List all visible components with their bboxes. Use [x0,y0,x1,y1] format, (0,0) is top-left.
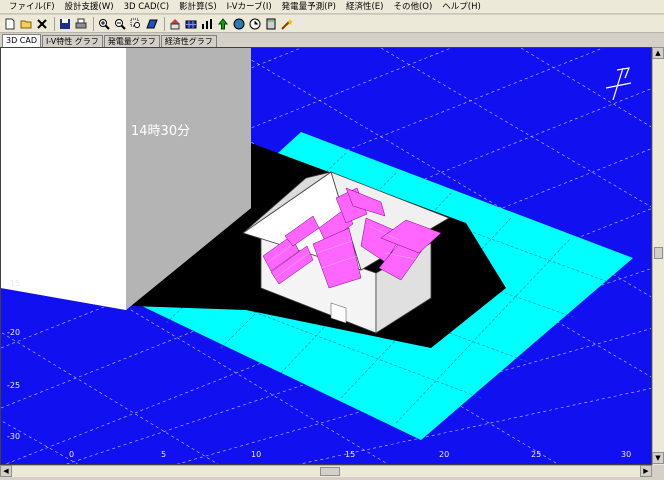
tall-building-lit-face [1,48,126,310]
bar-chart-icon[interactable] [200,17,214,31]
zoom-window-icon[interactable] [129,17,143,31]
toolbar [0,15,664,33]
y-tick-label: -25 [7,381,21,390]
globe-icon[interactable] [232,17,246,31]
menu-design-support[interactable]: 設計支援(W) [60,0,119,14]
menu-file[interactable]: ファイル(F) [4,0,60,14]
x-tick-label: 20 [439,450,450,459]
zoom-in-icon[interactable] [97,17,111,31]
menu-help[interactable]: ヘルプ(H) [437,0,486,14]
toolbar-separator [54,16,55,31]
x-tick-label: 5 [161,450,167,459]
cad-3d-viewport[interactable]: 14時30分 -15 -20 -25 -30 0 5 10 15 20 25 3… [0,47,652,465]
x-tick-label: 0 [69,450,75,459]
menu-economics[interactable]: 経済性(E) [341,0,389,14]
zoom-out-icon[interactable] [113,17,127,31]
vertical-scroll-thumb[interactable] [654,247,663,259]
horizontal-scrollbar[interactable]: ◀ ▶ [0,465,652,477]
save-icon[interactable] [58,17,72,31]
scroll-up-icon[interactable]: ▲ [652,47,664,59]
print-icon[interactable] [74,17,88,31]
tab-3d-cad[interactable]: 3D CAD [2,34,42,47]
x-tick-label: 15 [345,450,356,459]
clock-icon[interactable] [248,17,262,31]
calculator-icon[interactable] [264,17,278,31]
close-icon[interactable] [35,17,49,31]
module-icon[interactable] [184,17,198,31]
menu-bar: ファイル(F) 設計支援(W) 3D CAD(C) 影計算(S) I-Vカーブ(… [0,0,664,14]
view-tabs: 3D CAD I-V特性 グラフ 発電量グラフ 経済性グラフ [0,33,664,47]
tab-economics-graph[interactable]: 経済性グラフ [160,35,217,47]
house-icon[interactable] [168,17,182,31]
new-file-icon[interactable] [3,17,17,31]
open-folder-icon[interactable] [19,17,33,31]
menu-power-forecast[interactable]: 発電量予測(P) [277,0,341,14]
horizontal-scroll-thumb[interactable] [320,467,340,476]
x-tick-label: 25 [531,450,542,459]
x-tick-label: 30 [621,450,632,459]
y-tick-label: -15 [7,279,21,288]
vertical-scrollbar[interactable]: ▲ ▼ [652,47,664,465]
y-tick-label: -30 [7,432,21,441]
menu-shadow-calc[interactable]: 影計算(S) [174,0,222,14]
toolbar-separator [93,16,94,31]
tab-power-graph[interactable]: 発電量グラフ [103,35,160,47]
menu-3d-cad[interactable]: 3D CAD(C) [119,0,175,14]
wizard-icon[interactable] [280,17,294,31]
panel-icon[interactable] [145,17,159,31]
north-compass-icon [605,67,632,101]
menu-other[interactable]: その他(O) [388,0,437,14]
x-tick-label: 10 [251,450,262,459]
menu-iv-curve[interactable]: I-Vカーブ(I) [222,0,277,14]
y-tick-label: -20 [7,328,21,337]
scene-canvas [1,48,651,464]
scroll-down-icon[interactable]: ▼ [652,452,664,464]
time-label: 14時30分 [131,124,191,139]
scroll-right-icon[interactable]: ▶ [640,465,652,477]
scroll-left-icon[interactable]: ◀ [0,465,12,477]
toolbar-separator [164,16,165,31]
tab-iv-graph[interactable]: I-V特性 グラフ [42,35,103,47]
sun-arrow-icon[interactable] [216,17,230,31]
